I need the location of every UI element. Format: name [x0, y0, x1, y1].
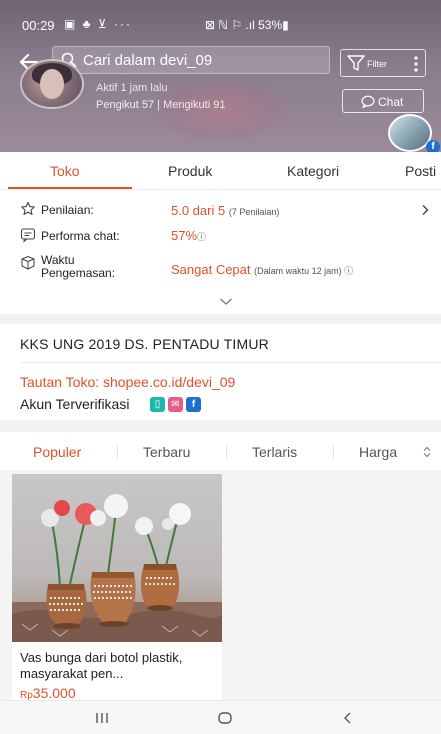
- info-icon[interactable]: ⓘ: [197, 232, 206, 242]
- shop-name: KKS UNG 2019 DS. PENTADU TIMUR: [20, 336, 269, 352]
- more-vertical-icon[interactable]: [413, 55, 419, 73]
- sort-divider: [117, 446, 118, 458]
- divider-line: [20, 362, 441, 363]
- shop-header: 00:29 ▣ ♣ ⊻ ··· ⊠ ℕ ⚐ .ıl 53%▮ Cari dala…: [0, 0, 441, 152]
- system-nav-bar: [0, 700, 441, 734]
- notification-icons: ▣ ♣ ⊻ ···: [64, 17, 132, 31]
- rating-count: (7 Penilaian): [228, 207, 280, 217]
- status-time: 00:29: [22, 18, 55, 33]
- sort-arrows-icon[interactable]: [423, 446, 431, 458]
- product-image[interactable]: [12, 474, 222, 642]
- sort-divider: [226, 446, 227, 458]
- verified-account-label: Akun Terverifikasi: [20, 396, 130, 412]
- active-status: Aktif 1 jam lalu: [96, 82, 168, 94]
- packing-speed: Sangat Cepat: [171, 262, 251, 277]
- shop-avatar[interactable]: [20, 59, 84, 109]
- chevron-down-icon[interactable]: [219, 297, 233, 306]
- sort-terlaris[interactable]: Terlaris: [252, 444, 297, 460]
- chat-performance-value: 57%ⓘ: [171, 228, 206, 243]
- packing-time-label: Waktu Pengemasan:: [41, 254, 115, 280]
- section-divider: [0, 420, 441, 432]
- search-placeholder: Cari dalam devi_09: [83, 52, 213, 69]
- packing-label-line-2: Pengemasan:: [41, 266, 116, 280]
- follow-counts[interactable]: Pengikut 57 | Mengikuti 91: [96, 99, 225, 111]
- product-price: Rp35.000: [20, 685, 76, 701]
- rating-row[interactable]: Penilaian: 5.0 dari 5 (7 Penilaian): [0, 200, 441, 224]
- search-input[interactable]: Cari dalam devi_09: [52, 46, 330, 74]
- recent-apps-icon[interactable]: [94, 710, 110, 726]
- product-card[interactable]: Vas bunga dari botol plastik, masyarakat…: [12, 474, 222, 701]
- sort-terbaru[interactable]: Terbaru: [143, 444, 190, 460]
- avatar-face: [40, 69, 64, 99]
- chevron-right-icon[interactable]: [419, 204, 431, 216]
- facebook-icon: f: [426, 140, 440, 152]
- rating-score: 5.0 dari 5: [171, 203, 226, 218]
- section-divider: [0, 314, 441, 324]
- packing-detail: (Dalam waktu 12 jam) ⓘ: [254, 266, 354, 276]
- chat-percentage: 57%: [171, 228, 198, 243]
- chat-performance-row: Performa chat: 57%ⓘ: [0, 226, 441, 250]
- status-bar: 00:29 ▣ ♣ ⊻ ··· ⊠ ℕ ⚐ .ıl 53%▮: [0, 0, 441, 42]
- filter-label: Filter: [367, 59, 387, 69]
- chat-bubble-icon: [361, 95, 375, 108]
- rating-label: Penilaian:: [41, 203, 94, 217]
- sort-harga[interactable]: Harga: [359, 444, 397, 460]
- chat-performance-label: Performa chat:: [41, 229, 120, 243]
- battery-signal-status: ⊠ ℕ ⚐ .ıl 53%▮: [205, 18, 289, 32]
- tab-produk[interactable]: Produk: [168, 163, 212, 179]
- active-tab-indicator: [8, 187, 132, 189]
- shop-link[interactable]: Tautan Toko: shopee.co.id/devi_09: [20, 374, 235, 390]
- home-icon[interactable]: [217, 710, 233, 726]
- rating-value: 5.0 dari 5 (7 Penilaian): [171, 203, 279, 218]
- sort-bar: Populer Terbaru Terlaris Harga: [0, 432, 441, 470]
- chat-label: Chat: [378, 95, 404, 109]
- tab-kategori[interactable]: Kategori: [287, 163, 339, 179]
- sort-populer[interactable]: Populer: [33, 444, 81, 460]
- sort-divider: [333, 446, 334, 458]
- filter-button[interactable]: Filter: [340, 49, 426, 77]
- vase-illustration: [12, 494, 222, 642]
- packing-time-value: Sangat Cepat (Dalam waktu 12 jam) ⓘ: [171, 262, 353, 277]
- packing-box-icon: [21, 256, 35, 270]
- phone-verified-icon: ▯: [150, 397, 165, 412]
- facebook-verified-icon: f: [186, 397, 201, 412]
- price-amount: 35.000: [32, 685, 76, 701]
- chat-button[interactable]: Chat: [342, 89, 424, 113]
- back-icon[interactable]: [340, 710, 356, 726]
- packing-label-line-1: Waktu: [41, 253, 75, 267]
- email-verified-icon: ✉: [168, 397, 183, 412]
- shop-tabs: Toko Produk Kategori Posti: [0, 152, 441, 190]
- chat-performance-icon: [20, 228, 36, 243]
- filter-icon: [347, 55, 365, 71]
- packing-time-row: Waktu Pengemasan: Sangat Cepat (Dalam wak…: [0, 254, 441, 286]
- tab-postingan[interactable]: Posti: [405, 163, 436, 179]
- product-title[interactable]: Vas bunga dari botol plastik, masyarakat…: [20, 650, 220, 682]
- tab-toko[interactable]: Toko: [50, 163, 80, 179]
- star-icon: [21, 201, 35, 215]
